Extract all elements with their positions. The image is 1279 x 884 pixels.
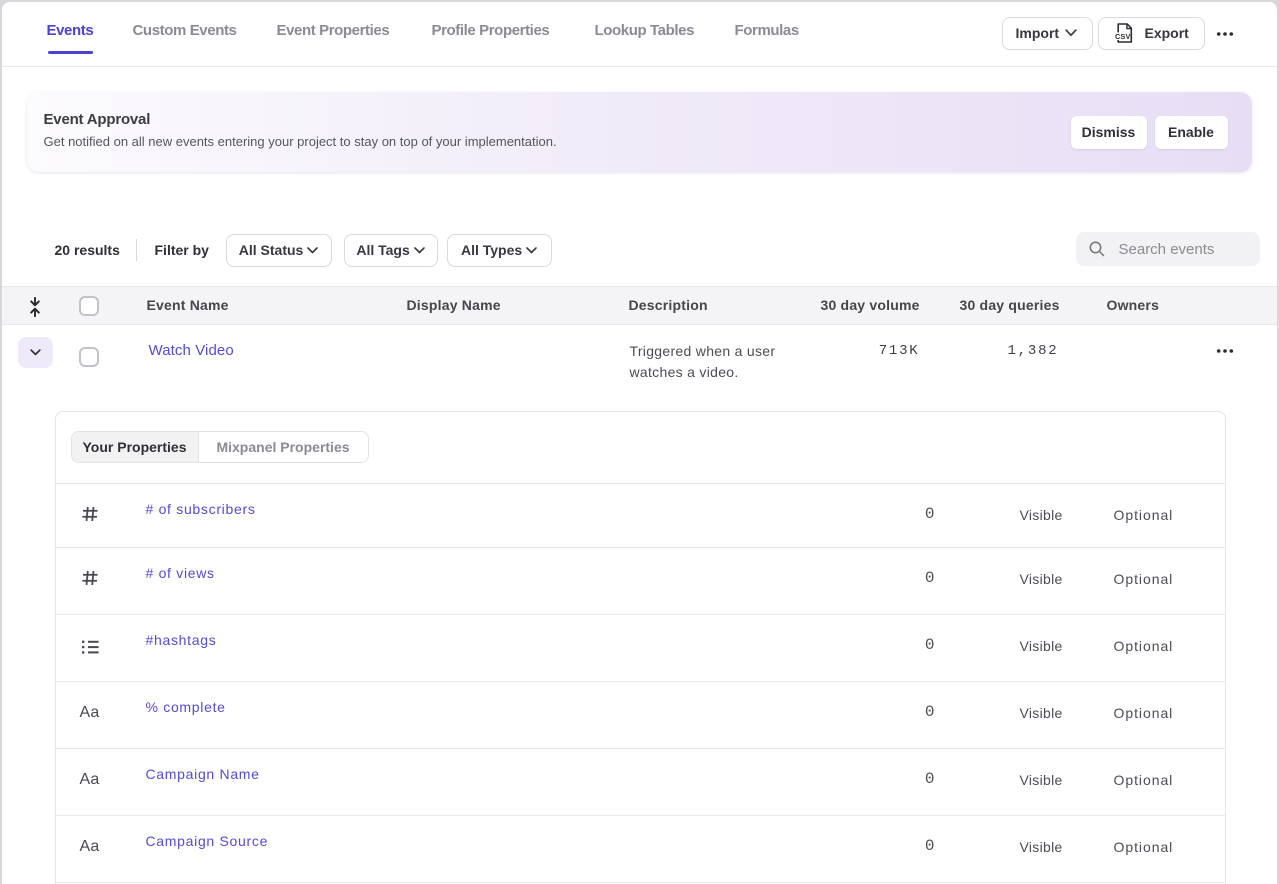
svg-text:CSV: CSV — [1115, 32, 1131, 41]
